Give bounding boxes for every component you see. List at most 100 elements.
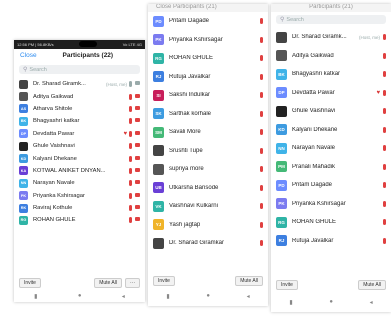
participant-row[interactable]: NN Narayan Navale <box>14 177 145 189</box>
participant-row[interactable]: DP Devdatta Pawar ♥ <box>271 84 391 103</box>
participant-row[interactable]: RJ Rutuja Javalkar <box>148 68 268 87</box>
media-status <box>129 130 140 137</box>
mic-muted-icon <box>260 203 263 210</box>
participant-name: Dr. Sharad Giramkar <box>169 240 225 247</box>
participant-row[interactable]: Dr. Sharad Giramk... (Host, me) <box>271 28 391 47</box>
mic-muted-icon <box>260 18 263 25</box>
avatar-initials: SI <box>153 89 164 101</box>
participants-header: Close Participants (22) <box>14 49 145 62</box>
more-button[interactable]: ··· <box>125 278 140 288</box>
back-icon[interactable]: ◂ <box>122 293 125 300</box>
participant-row[interactable]: PK Priyanka Kshirsagar <box>148 31 268 50</box>
avatar-photo <box>276 105 287 117</box>
participant-row[interactable]: UB Utkarsha Bansode <box>148 179 268 198</box>
participant-row[interactable]: YJ Yash jagtap <box>148 216 268 235</box>
participant-row[interactable]: BK Bhagyashri katkar <box>271 65 391 84</box>
mic-muted-icon <box>260 36 263 43</box>
participant-row[interactable]: Aditya Gaikwad <box>14 90 145 102</box>
mic-muted-icon <box>383 237 386 244</box>
close-button[interactable]: Close <box>20 52 37 59</box>
recents-icon[interactable]: ▮ <box>166 293 169 300</box>
participant-row[interactable]: RK Raviraj Kothule <box>14 202 145 214</box>
participants-screen-1: 12:56 PM | 56.8KB/s Vo LTE 4G Close Part… <box>14 40 145 302</box>
participant-row[interactable]: SK Sarthak korhale <box>148 105 268 124</box>
mic-muted-icon <box>383 126 386 133</box>
mute-all-button[interactable]: Mute All <box>358 280 386 290</box>
home-icon[interactable]: ● <box>78 293 82 299</box>
participant-list: PD Pritam Dagade PK Priyanka Kshirsagar RG RO… <box>148 12 268 253</box>
participant-name: Ghule Vaishnavi <box>33 143 75 150</box>
participant-row[interactable]: Srushti Tupe <box>148 142 268 161</box>
recents-icon[interactable]: ▮ <box>34 293 37 300</box>
search-placeholder: Search <box>29 66 47 73</box>
avatar-initials: VK <box>153 200 164 212</box>
participant-name: ROHAN GHULE <box>292 219 337 226</box>
recents-icon[interactable]: ▮ <box>289 299 292 306</box>
mic-muted-icon <box>383 71 386 78</box>
mic-muted-icon <box>260 184 263 191</box>
host-tag: (Host, me) <box>358 34 380 40</box>
participant-row[interactable]: Aditya Gaikwad <box>271 47 391 66</box>
participant-row[interactable]: Ghule Vaishnavi <box>271 102 391 121</box>
invite-button[interactable]: Invite <box>19 278 41 288</box>
participant-row[interactable]: DP Devdatta Pawar ♥ <box>14 128 145 140</box>
home-icon[interactable]: ● <box>329 299 333 305</box>
participant-row[interactable]: NN Narayan Navale <box>271 139 391 158</box>
mute-all-button[interactable]: Mute All <box>235 276 263 286</box>
participant-row[interactable]: Dr. Sharad Giramk... (Host, me) <box>14 78 145 90</box>
mic-muted-icon <box>383 163 386 170</box>
status-bar: 12:56 PM | 56.8KB/s Vo LTE 4G <box>14 40 145 49</box>
home-icon[interactable]: ● <box>206 293 210 299</box>
avatar-initials: BK <box>276 68 287 80</box>
mute-all-button[interactable]: Mute All <box>94 278 122 288</box>
invite-button[interactable]: Invite <box>276 280 298 290</box>
media-status <box>129 81 140 88</box>
avatar-initials: RG <box>19 215 28 225</box>
mic-muted-icon <box>260 221 263 228</box>
participant-row[interactable]: BK Bhagyashri katkar <box>14 115 145 127</box>
mic-muted-icon <box>260 55 263 62</box>
video-off-icon <box>135 81 140 86</box>
participants-screen-2: Close Participants (21) PD Pritam Dagade P… <box>148 4 268 306</box>
participant-name: Priyanka Kshirsagar <box>33 192 85 199</box>
participants-footer: Invite Mute All <box>271 280 391 290</box>
avatar-initials: DP <box>276 87 287 99</box>
participant-row[interactable]: PK Priyanka Kshirsagar <box>271 195 391 214</box>
status-signal: Vo LTE 4G <box>122 42 142 47</box>
participant-row[interactable]: PD Pritam Dagade <box>271 176 391 195</box>
back-icon[interactable]: ◂ <box>247 293 250 300</box>
participant-row[interactable]: SI Sakshi Indulkar <box>148 86 268 105</box>
participant-row[interactable]: RJ Rutuja Javalkar <box>271 232 391 251</box>
participant-name: Devdatta Pawar <box>292 89 335 96</box>
avatar-initials: KA <box>19 166 28 176</box>
participant-row[interactable]: AS Atharva Shitole <box>14 103 145 115</box>
participants-header-clipped: Close Participants (21) <box>148 4 268 12</box>
participant-row[interactable]: SM Savali More <box>148 123 268 142</box>
participant-row[interactable]: Dr. Sharad Giramkar <box>148 234 268 253</box>
invite-button[interactable]: Invite <box>153 276 175 286</box>
participant-row[interactable]: RG ROHAN GHULE <box>14 214 145 226</box>
participant-name: Raviraj Kothule <box>33 205 73 212</box>
avatar-initials: BK <box>19 116 28 126</box>
participant-row[interactable]: KD Kalyani Dhekane <box>271 121 391 140</box>
participant-row[interactable]: PM Pranali Mahadik <box>271 158 391 177</box>
participant-row[interactable]: supriya more <box>148 160 268 179</box>
avatar-initials: NN <box>276 142 287 154</box>
participant-row[interactable]: RG ROHAN GHULE <box>271 213 391 232</box>
participant-row[interactable]: Ghule Vaishnavi <box>14 140 145 152</box>
participant-row[interactable]: KA KOTWAL ANIKET DNYAN... <box>14 165 145 177</box>
back-icon[interactable]: ◂ <box>370 299 373 306</box>
mic-muted-icon <box>129 192 132 199</box>
participant-row[interactable]: RG ROHAN GHULE <box>148 49 268 68</box>
search-input[interactable]: ⚲ Search <box>276 15 386 24</box>
media-status <box>129 155 140 162</box>
status-time: 12:56 PM | 56.8KB/s <box>17 42 54 47</box>
participant-row[interactable]: KD Kalyani Dhekane <box>14 152 145 164</box>
search-input[interactable]: ⚲ Search <box>19 65 140 74</box>
participant-name: Ghule Vaishnavi <box>292 108 336 115</box>
participant-row[interactable]: PK Priyanka Kshirsagar <box>14 190 145 202</box>
avatar-initials: PK <box>153 34 164 46</box>
participant-name: Pritam Dagade <box>292 182 333 189</box>
participant-row[interactable]: PD Pritam Dagade <box>148 12 268 31</box>
participant-row[interactable]: VK Vaishnavi Kulkarni <box>148 197 268 216</box>
